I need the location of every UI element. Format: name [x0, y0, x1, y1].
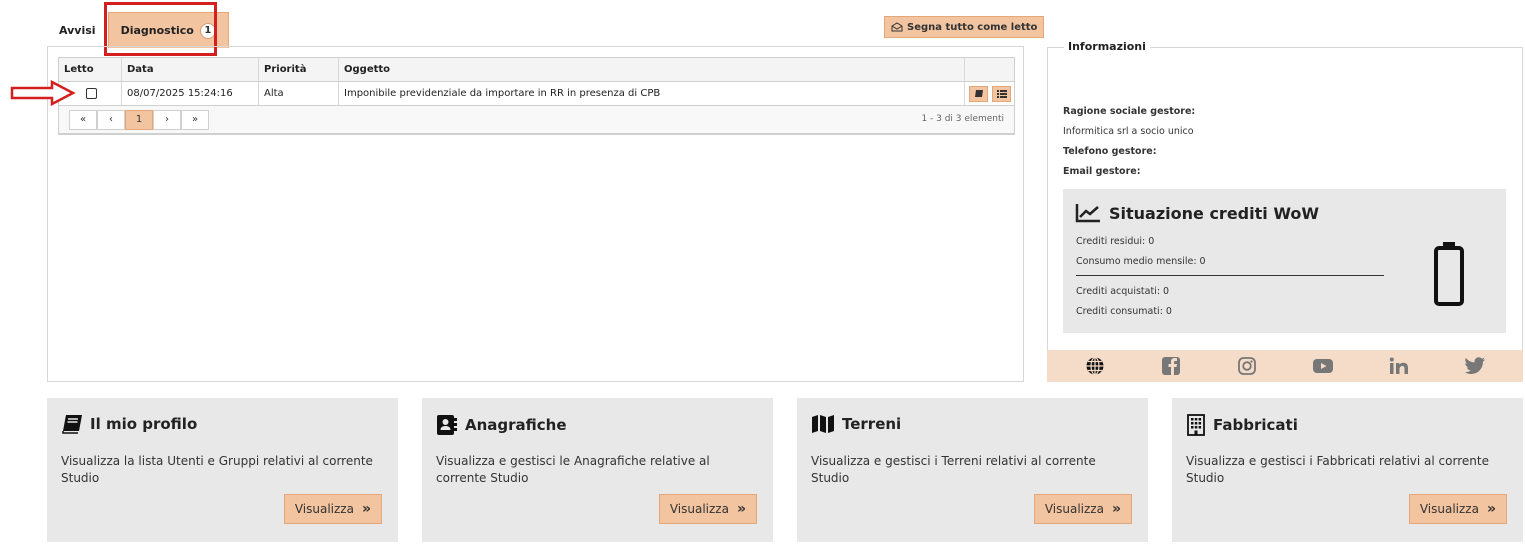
card-profilo-button-label: Visualizza [294, 502, 354, 516]
globe-icon[interactable] [1084, 355, 1106, 377]
card-profilo-desc: Visualizza la lista Utenti e Gruppi rela… [61, 454, 373, 485]
tab-diagnostico-label: Diagnostico [120, 24, 194, 37]
tab-avvisi[interactable]: Avvisi [47, 12, 108, 48]
read-checkbox[interactable] [86, 88, 97, 99]
card-profilo: Il mio profilo Visualizza la lista Utent… [47, 398, 398, 542]
cell-oggetto: Imponibile previdenziale da importare in… [339, 82, 965, 105]
tab-diagnostico[interactable]: Diagnostico 1 [107, 12, 229, 48]
instagram-icon[interactable] [1236, 355, 1258, 377]
cell-priorita: Alta [259, 82, 339, 105]
card-anagrafiche: Anagrafiche Visualizza e gestisci le Ana… [422, 398, 773, 542]
card-terreni-title-text: Terreni [842, 415, 902, 433]
mark-all-read-label: Segna tutto come letto [907, 21, 1038, 33]
linkedin-icon[interactable] [1388, 355, 1410, 377]
count-badge: 1 [199, 22, 216, 39]
credits-box: Situazione crediti WoW Crediti residui: … [1063, 189, 1506, 333]
list-icon [996, 89, 1007, 98]
pager: « ‹ 1 › » 1 - 3 di 3 elementi [59, 106, 1014, 134]
card-fabbricati-title: Fabbricati [1186, 414, 1298, 436]
card-terreni-desc: Visualizza e gestisci i Terreni relativi… [811, 454, 1096, 485]
cell-data: 08/07/2025 15:24:16 [122, 82, 259, 105]
tab-bar: Avvisi Diagnostico 1 [47, 12, 229, 48]
cell-actions [965, 82, 1014, 105]
map-icon [812, 415, 834, 433]
credits-acquistati: Crediti acquistati: 0 [1076, 286, 1170, 297]
twitter-icon[interactable] [1464, 355, 1486, 377]
card-profilo-button[interactable]: Visualizza » [283, 494, 382, 524]
open-detail-button[interactable] [969, 85, 988, 102]
email-label: Email gestore: [1063, 166, 1141, 177]
book-icon [62, 415, 82, 434]
card-terreni-button-label: Visualizza [1044, 502, 1104, 516]
facebook-icon[interactable] [1160, 355, 1182, 377]
double-chevron-right-icon: » [736, 501, 746, 517]
col-header-actions [965, 58, 1014, 81]
pager-page-1[interactable]: 1 [125, 109, 153, 130]
card-anagrafiche-title: Anagrafiche [436, 414, 567, 436]
credits-residui: Crediti residui: 0 [1076, 236, 1155, 247]
ragione-label: Ragione sociale gestore: [1063, 106, 1196, 117]
double-chevron-right-icon: » [1111, 501, 1121, 517]
credits-consumo: Consumo medio mensile: 0 [1076, 256, 1206, 267]
list-button[interactable] [992, 85, 1011, 102]
arrow-icon [10, 80, 76, 106]
card-anagrafiche-button-label: Visualizza [669, 502, 729, 516]
card-fabbricati-title-text: Fabbricati [1213, 416, 1298, 434]
credits-divider [1076, 275, 1384, 276]
card-terreni-button[interactable]: Visualizza » [1033, 494, 1132, 524]
envelope-open-icon [891, 22, 903, 32]
pager-prev-button[interactable]: ‹ [97, 109, 125, 130]
card-fabbricati-desc: Visualizza e gestisci i Fabbricati relat… [1186, 454, 1489, 485]
pager-next-button[interactable]: › [153, 109, 181, 130]
pager-info: 1 - 3 di 3 elementi [921, 114, 1004, 124]
col-header-priorita[interactable]: Priorità [259, 58, 339, 81]
youtube-icon[interactable] [1312, 355, 1334, 377]
notifications-grid: Letto Data Priorità Oggetto 08/07/2025 1… [58, 57, 1015, 135]
pager-last-button[interactable]: » [181, 109, 209, 130]
card-terreni-title: Terreni [811, 414, 901, 434]
book-icon [974, 89, 983, 97]
mark-all-read-button[interactable]: Segna tutto come letto [884, 16, 1045, 38]
credits-title: Situazione crediti WoW [1075, 203, 1319, 223]
card-fabbricati-button[interactable]: Visualizza » [1408, 494, 1507, 524]
table-row: 08/07/2025 15:24:16 Alta Imponibile prev… [59, 82, 1014, 106]
card-profilo-title-text: Il mio profilo [90, 415, 198, 433]
col-header-oggetto[interactable]: Oggetto [339, 58, 965, 81]
building-icon [1187, 414, 1205, 436]
grid-header: Letto Data Priorità Oggetto [59, 58, 1014, 82]
double-chevron-right-icon: » [361, 501, 371, 517]
card-anagrafiche-desc: Visualizza e gestisci le Anagrafiche rel… [436, 454, 710, 485]
tab-avvisi-label: Avvisi [59, 23, 96, 37]
info-legend: Informazioni [1064, 40, 1150, 53]
card-fabbricati: Fabbricati Visualizza e gestisci i Fabbr… [1172, 398, 1523, 542]
telefono-label: Telefono gestore: [1063, 146, 1157, 157]
col-header-data[interactable]: Data [122, 58, 259, 81]
card-profilo-title: Il mio profilo [61, 414, 197, 434]
chart-line-icon [1075, 204, 1100, 223]
card-anagrafiche-title-text: Anagrafiche [465, 416, 567, 434]
credits-title-text: Situazione crediti WoW [1109, 203, 1320, 223]
social-bar [1047, 350, 1523, 382]
card-anagrafiche-button[interactable]: Visualizza » [658, 494, 757, 524]
card-fabbricati-button-label: Visualizza [1419, 502, 1479, 516]
ragione-value: Informitica srl a socio unico [1063, 126, 1194, 137]
pager-first-button[interactable]: « [69, 109, 97, 130]
address-book-icon [437, 415, 457, 435]
credits-consumati: Crediti consumati: 0 [1076, 306, 1172, 317]
col-header-letto[interactable]: Letto [59, 58, 122, 81]
notifications-panel: Letto Data Priorità Oggetto 08/07/2025 1… [47, 46, 1024, 382]
double-chevron-right-icon: » [1486, 501, 1496, 517]
battery-icon [1434, 242, 1464, 306]
card-terreni: Terreni Visualizza e gestisci i Terreni … [797, 398, 1148, 542]
